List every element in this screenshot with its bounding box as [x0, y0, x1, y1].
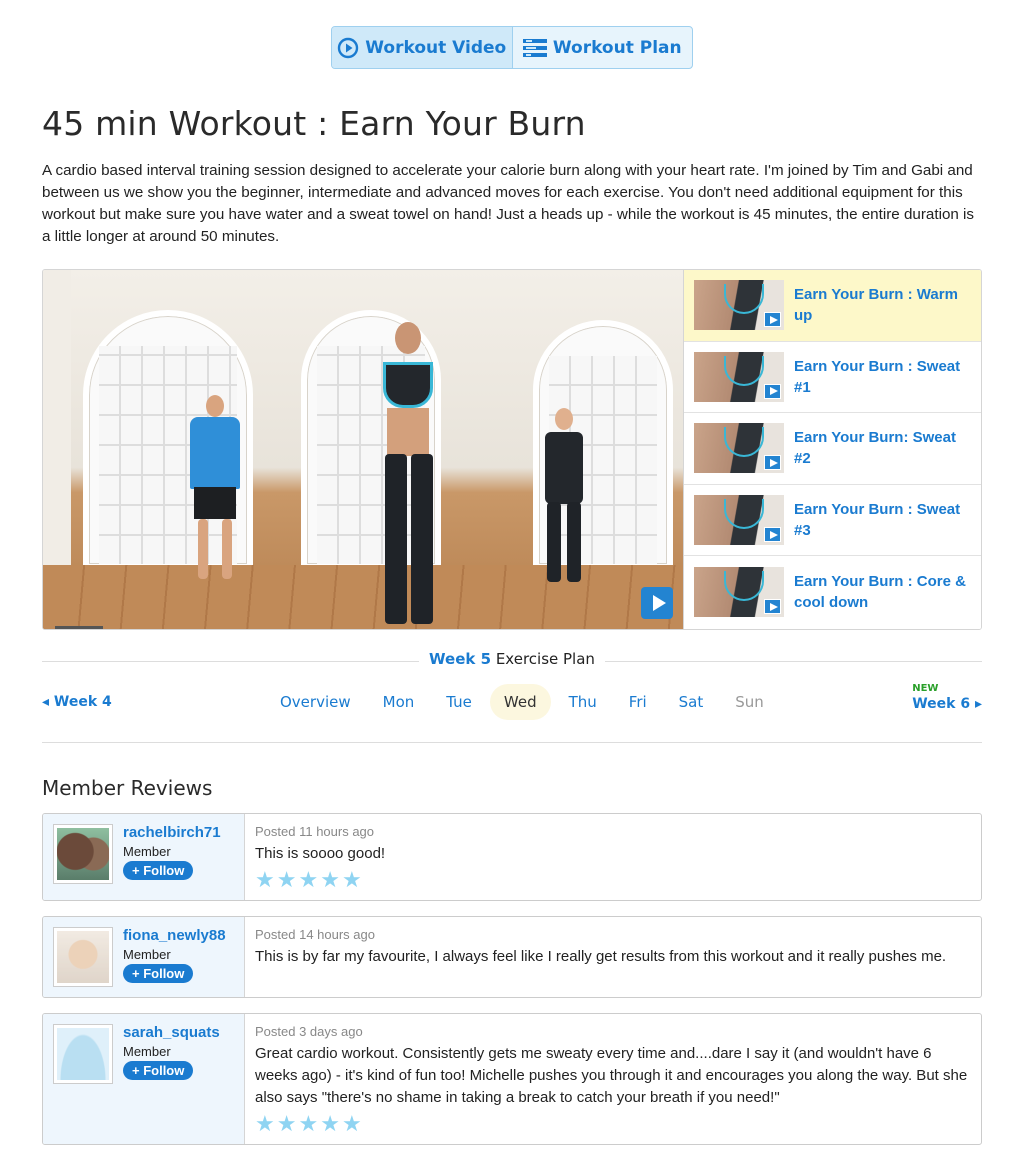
star-icon: ★ — [255, 1111, 275, 1136]
reviewer-role: Member — [123, 844, 171, 859]
playlist-item[interactable]: Earn Your Burn: Sweat #2 — [684, 413, 981, 485]
play-icon — [764, 527, 781, 543]
page-title: 45 min Workout : Earn Your Burn — [42, 104, 586, 143]
prev-week-link[interactable]: ◂ Week 4 — [42, 694, 112, 710]
avatar[interactable] — [53, 1024, 113, 1084]
video-player[interactable] — [43, 270, 683, 629]
review-card: sarah_squats Member + Follow Posted 3 da… — [42, 1013, 982, 1145]
reviewer-username[interactable]: rachelbirch71 — [123, 824, 221, 841]
review-content: Posted 14 hours ago This is by far my fa… — [245, 917, 981, 997]
review-text: Great cardio workout. Consistently gets … — [255, 1045, 968, 1106]
day-tab-thu[interactable]: Thu — [555, 684, 611, 720]
day-tab-mon[interactable]: Mon — [369, 684, 429, 720]
review-timestamp: Posted 11 hours ago — [255, 824, 375, 839]
follow-button[interactable]: + Follow — [123, 861, 194, 880]
video-playlist: Earn Your Burn : Warm up Earn Your Burn … — [683, 270, 981, 629]
workout-plan-tab[interactable]: Workout Plan — [513, 27, 693, 68]
video-thumbnail — [694, 495, 784, 546]
review-content: Posted 11 hours ago This is soooo good! … — [245, 814, 981, 900]
workout-video-label: Workout Video — [365, 37, 507, 58]
day-tab-sun: Sun — [735, 693, 764, 711]
playlist-item[interactable]: Earn Your Burn : Sweat #1 — [684, 342, 981, 414]
scene-floor — [43, 565, 683, 629]
star-rating: ★ ★ ★ ★ ★ — [255, 869, 971, 891]
divider — [42, 742, 982, 743]
star-rating: ★ ★ ★ ★ ★ — [255, 1113, 971, 1135]
day-tab-tue[interactable]: Tue — [432, 684, 486, 720]
view-toggle: Workout Video Workout Plan — [331, 26, 693, 69]
playlist-item[interactable]: Earn Your Burn : Warm up — [684, 270, 981, 342]
next-week-label: Week 6 — [912, 696, 971, 712]
playlist-item-title: Earn Your Burn : Warm up — [794, 286, 958, 325]
chevron-right-icon: ▸ — [974, 696, 982, 712]
review-timestamp: Posted 14 hours ago — [255, 927, 375, 942]
week-plan-heading: Week 5 Exercise Plan — [42, 650, 982, 670]
day-tab-overview[interactable]: Overview — [266, 684, 365, 720]
day-tab-fri[interactable]: Fri — [615, 684, 661, 720]
scene-pillar — [43, 270, 71, 570]
review-card: rachelbirch71 Member + Follow Posted 11 … — [42, 813, 982, 901]
week-number: Week 5 — [429, 650, 492, 668]
reviewer-panel: rachelbirch71 Member + Follow — [43, 814, 245, 900]
play-button-icon[interactable] — [641, 587, 673, 619]
playlist-item-title: Earn Your Burn : Sweat #3 — [794, 501, 961, 540]
avatar[interactable] — [53, 927, 113, 987]
new-badge: NEW — [912, 683, 939, 694]
review-text: This is soooo good! — [255, 845, 386, 862]
play-icon — [764, 599, 781, 615]
playlist-item-title: Earn Your Burn : Core & cool down — [794, 573, 966, 612]
star-icon: ★ — [320, 1111, 340, 1136]
reviewer-username[interactable]: sarah_squats — [123, 1024, 220, 1041]
star-icon: ★ — [255, 867, 275, 892]
reviewer-role: Member — [123, 947, 171, 962]
workout-description: A cardio based interval training session… — [42, 162, 975, 245]
play-icon — [764, 312, 781, 328]
star-icon: ★ — [298, 1111, 319, 1136]
playlist-item-title: Earn Your Burn : Sweat #1 — [794, 357, 961, 396]
video-section: Earn Your Burn : Warm up Earn Your Burn … — [42, 269, 982, 630]
review-text: This is by far my favourite, I always fe… — [255, 948, 947, 965]
day-tab-wed[interactable]: Wed — [489, 684, 551, 720]
reviews-title: Member Reviews — [42, 776, 213, 800]
star-icon: ★ — [341, 867, 362, 892]
playlist-item[interactable]: Earn Your Burn : Sweat #3 — [684, 485, 981, 557]
workout-video-tab[interactable]: Workout Video — [332, 27, 513, 68]
video-progress-bar[interactable] — [55, 626, 103, 629]
review-timestamp: Posted 3 days ago — [255, 1024, 363, 1039]
follow-button[interactable]: + Follow — [123, 964, 194, 983]
play-circle-icon — [338, 37, 359, 58]
playlist-item[interactable]: Earn Your Burn : Core & cool down — [684, 556, 981, 628]
video-thumbnail — [694, 423, 784, 474]
prev-week-label: Week 4 — [53, 694, 112, 710]
avatar[interactable] — [53, 824, 113, 884]
video-thumbnail — [694, 351, 784, 402]
reviewer-username[interactable]: fiona_newly88 — [123, 927, 226, 944]
review-content: Posted 3 days ago Great cardio workout. … — [245, 1014, 981, 1144]
day-tabs: Overview Mon Tue Wed Thu Fri Sat Sun — [266, 684, 782, 720]
next-week-link[interactable]: NEW Week 6 ▸ — [912, 683, 982, 713]
day-tab-sat[interactable]: Sat — [665, 684, 718, 720]
week-navigation: ◂ Week 4 Overview Mon Tue Wed Thu Fri Sat Sun N… — [42, 684, 982, 720]
reviewer-panel: sarah_squats Member + Follow — [43, 1014, 245, 1144]
play-icon — [764, 455, 781, 471]
star-icon: ★ — [298, 867, 319, 892]
video-thumbnail — [694, 280, 784, 331]
plan-list-icon — [522, 38, 547, 57]
follow-button[interactable]: + Follow — [123, 1061, 194, 1080]
chevron-left-icon: ◂ — [42, 694, 50, 710]
reviewer-role: Member — [123, 1044, 171, 1059]
playlist-item-title: Earn Your Burn: Sweat #2 — [794, 429, 956, 468]
star-icon: ★ — [320, 867, 340, 892]
star-icon: ★ — [276, 867, 297, 892]
star-icon: ★ — [276, 1111, 297, 1136]
reviewer-panel: fiona_newly88 Member + Follow — [43, 917, 245, 997]
star-icon: ★ — [341, 1111, 362, 1136]
workout-plan-label: Workout Plan — [552, 37, 682, 58]
week-heading-suffix: Exercise Plan — [495, 650, 595, 668]
play-icon — [764, 383, 781, 399]
video-thumbnail — [694, 567, 784, 618]
review-card: fiona_newly88 Member + Follow Posted 14 … — [42, 916, 982, 998]
